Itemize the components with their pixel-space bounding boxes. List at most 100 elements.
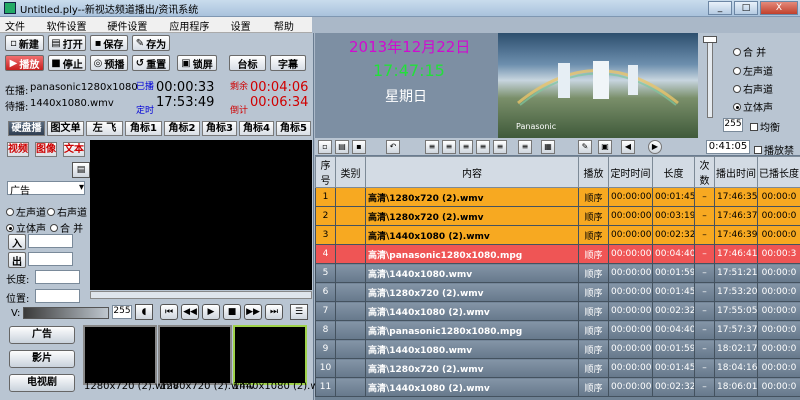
new-file-icon[interactable]: ▫ — [318, 140, 332, 154]
output-right-radio[interactable]: 右声道 — [733, 81, 773, 96]
rewind-icon[interactable]: ◀◀ — [181, 304, 199, 320]
column-header-0[interactable]: 序号 — [315, 156, 336, 188]
category-tv-button[interactable]: 电视剧 — [9, 374, 75, 392]
playlist-row[interactable]: 3 高清\1440x1080 (2).wmv 顺序 00:00:00 00:02:32–… — [315, 225, 800, 245]
tab-hdd-play[interactable]: 硬盘播 — [8, 121, 45, 136]
in-field[interactable] — [28, 234, 73, 248]
align-5-icon[interactable]: ≡ — [493, 140, 507, 154]
output-mix-radio[interactable]: 合 并 — [733, 44, 766, 59]
length-field[interactable] — [35, 270, 80, 284]
menu-apps[interactable]: 应用程序(Z) — [164, 17, 225, 44]
playlist-row[interactable]: 2 高清\1280x720 (2).wmv 顺序 00:00:00 00:03:19–1… — [315, 206, 800, 226]
maximize-button[interactable]: □ — [734, 1, 758, 15]
thumbnail-2[interactable] — [158, 325, 232, 385]
menu-software[interactable]: 软件设置(S) — [42, 17, 103, 44]
menu-file[interactable]: 文件(F) — [0, 17, 42, 44]
thumbnail-3[interactable] — [233, 325, 307, 385]
playlist-row[interactable]: 7 高清\1440x1080 (2).wmv 顺序 00:00:00 00:02:32–… — [315, 301, 800, 321]
skip-back-icon[interactable]: ⏮ — [160, 304, 178, 320]
undo-icon[interactable]: ↶ — [386, 140, 400, 154]
subtitle-button[interactable]: 字幕 — [270, 55, 306, 71]
column-header-4[interactable]: 定时时间 — [608, 156, 653, 188]
folder-icon[interactable]: ▤ — [72, 162, 90, 178]
tab-video[interactable]: 视频 — [7, 142, 29, 157]
open-button[interactable]: ▤ 打开 — [48, 35, 86, 51]
align-icon[interactable]: ≡ — [425, 140, 439, 154]
position-field[interactable] — [35, 289, 80, 303]
playlist-row[interactable]: 5 高清\1440x1080.wmv 顺序 00:00:00 00:01:59–17:5… — [315, 263, 800, 283]
preview-button[interactable]: ◎ 预播 — [90, 55, 128, 71]
new-button[interactable]: ▫ 新建 — [5, 35, 44, 51]
audio-stereo-radio[interactable]: 立体声 — [6, 220, 46, 235]
open-folder-icon[interactable]: ▤ — [335, 140, 349, 154]
logo-button[interactable]: 台标 — [229, 55, 266, 71]
tab-left-fly[interactable]: 左 飞 — [86, 121, 123, 136]
level-slider-thumb[interactable] — [703, 36, 717, 43]
save-icon[interactable]: ▪ — [352, 140, 366, 154]
play-icon[interactable]: ▶ — [202, 304, 220, 320]
out-field[interactable] — [28, 252, 73, 266]
tab-corner-5[interactable]: 角标5 — [276, 121, 311, 136]
in-button[interactable]: 入 — [8, 234, 26, 250]
grid-icon[interactable]: ▦ — [541, 140, 555, 154]
output-stereo-radio[interactable]: 立体声 — [733, 99, 773, 114]
save-button[interactable]: ▪ 保存 — [90, 35, 128, 51]
column-header-3[interactable]: 播放 — [578, 156, 609, 188]
tab-image[interactable]: 图像 — [35, 142, 57, 157]
category-ad-button[interactable]: 广告 — [9, 326, 75, 344]
align-6-icon[interactable]: ≡ — [518, 140, 532, 154]
tab-text[interactable]: 文本 — [63, 142, 85, 157]
audio-right-radio[interactable]: 右声道 — [47, 204, 87, 219]
column-header-8[interactable]: 已播长度 — [757, 156, 800, 188]
speaker-icon[interactable]: ◖ — [135, 304, 153, 320]
output-left-radio[interactable]: 左声道 — [733, 63, 773, 78]
playlist-row[interactable]: 10 高清\1280x720 (2).wmv 顺序 00:00:00 00:01:45–… — [315, 358, 800, 378]
column-header-6[interactable]: 次数 — [694, 156, 715, 188]
volume-slider[interactable] — [23, 307, 109, 319]
play-button[interactable]: ▶ 播放 — [5, 55, 44, 71]
tab-corner-4[interactable]: 角标4 — [239, 121, 274, 136]
playlist-row[interactable]: 6 高清\1280x720 (2).wmv 顺序 00:00:00 00:01:45–1… — [315, 282, 800, 302]
fast-forward-icon[interactable]: ▶▶ — [244, 304, 262, 320]
category-select[interactable]: 广告 ▾ — [7, 181, 85, 197]
tab-corner-3[interactable]: 角标3 — [202, 121, 237, 136]
menu-settings[interactable]: 设置(N) — [226, 17, 269, 44]
position-slider[interactable] — [90, 291, 312, 299]
lock-button[interactable]: ▣ 锁屏 — [177, 55, 217, 71]
audio-left-radio[interactable]: 左声道 — [6, 204, 46, 219]
balance-checkbox[interactable]: 均衡 — [750, 119, 780, 134]
audio-mix-radio[interactable]: 合 并 — [50, 220, 83, 235]
skip-forward-icon[interactable]: ⏭ — [265, 304, 283, 320]
column-header-1[interactable]: 类别 — [335, 156, 366, 188]
column-header-5[interactable]: 长度 — [652, 156, 695, 188]
column-header-7[interactable]: 播出时间 — [714, 156, 758, 188]
align-4-icon[interactable]: ≡ — [476, 140, 490, 154]
image-icon[interactable]: ▣ — [598, 140, 612, 154]
column-header-2[interactable]: 内容 — [365, 156, 579, 188]
saveas-button[interactable]: ✎ 存为 — [132, 35, 170, 51]
list-icon[interactable]: ☰ — [290, 304, 308, 320]
category-movie-button[interactable]: 影片 — [9, 350, 75, 368]
align-3-icon[interactable]: ≡ — [459, 140, 473, 154]
pen-icon[interactable]: ✎ — [578, 140, 592, 154]
stop-icon[interactable]: ■ — [223, 304, 241, 320]
align-2-icon[interactable]: ≡ — [442, 140, 456, 154]
minimize-button[interactable]: _ — [708, 1, 732, 15]
playlist-row[interactable]: 1 高清\1280x720 (2).wmv 顺序 00:00:00 00:01:45–1… — [315, 187, 800, 207]
playlist-row[interactable]: 11 高清\1440x1080 (2).wmv 顺序 00:00:00 00:02:32… — [315, 377, 800, 397]
menu-help[interactable]: 帮助(H) — [269, 17, 312, 44]
out-button[interactable]: 出 — [8, 252, 26, 268]
reset-button[interactable]: ↺ 重置 — [132, 55, 170, 71]
prev-icon[interactable]: ◀ — [621, 140, 635, 154]
close-button[interactable]: X — [760, 1, 798, 15]
playlist-row[interactable]: 4 高清\panasonic1280x1080.mpg 顺序 00:00:00 00:0… — [315, 244, 800, 264]
play-circle-icon[interactable]: ▶ — [648, 140, 662, 154]
playlist-row[interactable]: 8 高清\panasonic1280x1080.mpg 顺序 00:00:00 00:0… — [315, 320, 800, 340]
menu-hardware[interactable]: 硬件设置(H) — [102, 17, 164, 44]
tab-corner-2[interactable]: 角标2 — [164, 121, 200, 136]
playlist-row[interactable]: 9 高清\1440x1080.wmv 顺序 00:00:00 00:01:59–18:0… — [315, 339, 800, 359]
thumbnail-1[interactable] — [83, 325, 157, 385]
prohibit-checkbox[interactable]: 播放禁 — [754, 142, 794, 157]
tab-corner-1[interactable]: 角标1 — [125, 121, 162, 136]
level-slider[interactable] — [707, 38, 713, 118]
